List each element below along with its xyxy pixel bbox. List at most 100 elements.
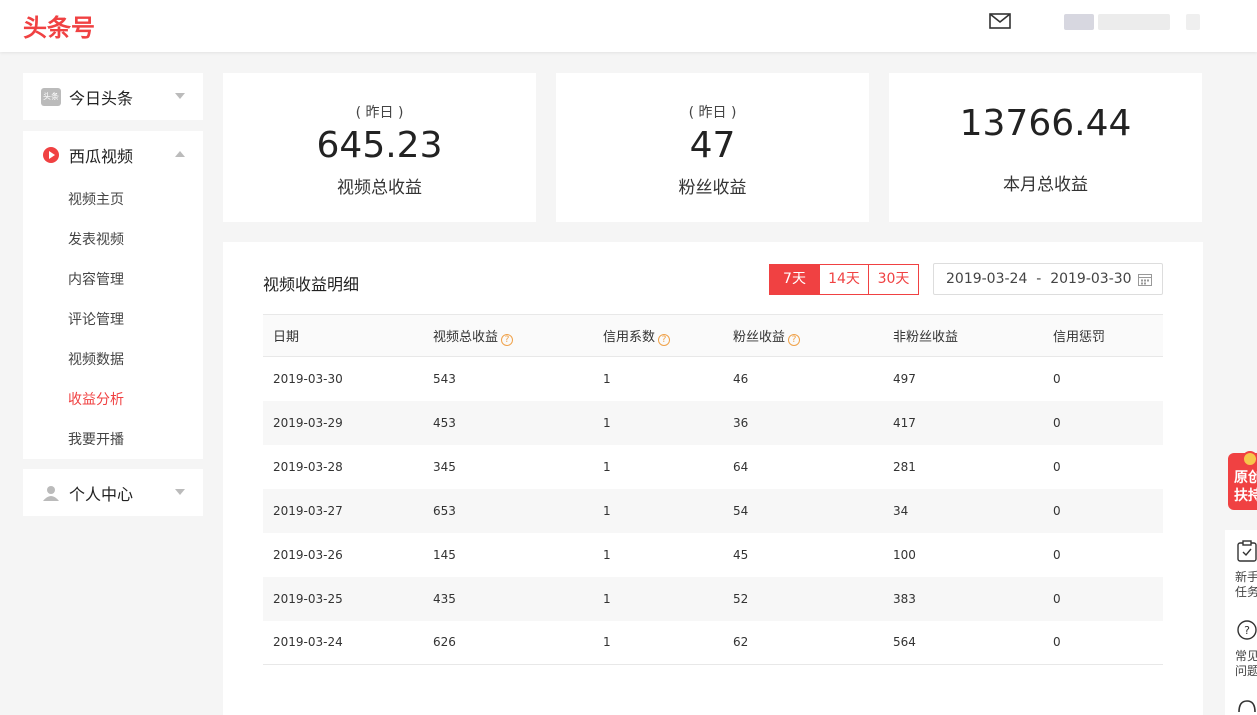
range-toggle: 7天 14天 30天 (769, 264, 919, 295)
td-video-revenue: 145 (433, 547, 456, 562)
td-credit-factor: 1 (603, 503, 611, 518)
td-fan-revenue: 54 (733, 503, 749, 518)
table-header-row: 日期 视频总收益? 信用系数? 粉丝收益? 非粉丝收益 信用惩罚 (263, 314, 1163, 357)
table-row: 2019-03-24 626 1 62 564 0 (263, 621, 1163, 665)
sidebar-group-toutiao[interactable]: 头条 今日头条 (23, 73, 203, 120)
sidebar-item-start-live[interactable]: 我要开播 (23, 420, 203, 460)
td-nonfan-revenue: 281 (893, 459, 916, 474)
td-date: 2019-03-27 (273, 503, 343, 518)
task-checklist-icon[interactable] (1237, 540, 1257, 562)
td-credit-penalty: 0 (1053, 547, 1061, 562)
td-credit-penalty: 0 (1053, 371, 1061, 386)
sidebar-item-video-data[interactable]: 视频数据 (23, 340, 203, 380)
sidebar-group-header[interactable]: 西瓜视频 (23, 131, 203, 178)
th-credit-penalty: 信用惩罚 (1053, 330, 1106, 345)
chevron-up-icon (175, 151, 185, 157)
th-nonfan-revenue: 非粉丝收益 (893, 330, 959, 345)
td-date: 2019-03-24 (273, 635, 343, 650)
td-fan-revenue: 52 (733, 591, 749, 606)
sidebar-item-comment-manage[interactable]: 评论管理 (23, 300, 203, 340)
mail-icon[interactable] (989, 13, 1011, 29)
range-30d-button[interactable]: 30天 (869, 264, 919, 295)
range-7d-button[interactable]: 7天 (769, 264, 820, 295)
help-sidebar: 新手任务 ? 常见问题 (1225, 530, 1257, 715)
td-credit-factor: 1 (603, 547, 611, 562)
td-credit-factor: 1 (603, 459, 611, 474)
range-14d-button[interactable]: 14天 (820, 264, 869, 295)
td-date: 2019-03-28 (273, 459, 343, 474)
top-header: 头条号 (0, 0, 1257, 52)
sidebar-item-revenue-analysis[interactable]: 收益分析 (23, 380, 203, 420)
td-video-revenue: 435 (433, 591, 456, 606)
stat-sub: ( 昨日 ) (355, 105, 404, 121)
stat-card-month-revenue: 13766.44 本月总收益 (889, 73, 1202, 222)
td-date: 2019-03-26 (273, 547, 343, 562)
help-item-newbie-task[interactable]: 新手任务 (1235, 570, 1257, 600)
table-row: 2019-03-29 453 1 36 417 0 (263, 400, 1163, 445)
headset-icon[interactable] (1237, 698, 1257, 715)
svg-text:?: ? (1244, 624, 1250, 637)
table-row: 2019-03-28 345 1 64 281 0 (263, 445, 1163, 489)
sidebar-group-label: 西瓜视频 (69, 146, 134, 166)
stat-label: 粉丝收益 (678, 178, 747, 198)
chevron-down-icon (175, 489, 185, 495)
th-fan-revenue: 粉丝收益? (723, 315, 883, 357)
stat-value: 13766.44 (959, 103, 1132, 144)
td-fan-revenue: 62 (733, 635, 749, 650)
sidebar-group-label: 今日头条 (69, 88, 134, 108)
original-support-badge[interactable]: 原创扶持 (1228, 451, 1257, 510)
td-fan-revenue: 45 (733, 547, 749, 562)
td-nonfan-revenue: 564 (893, 635, 916, 650)
th-video-revenue: 视频总收益? (423, 315, 593, 357)
td-video-revenue: 543 (433, 371, 456, 386)
revenue-table: 日期 视频总收益? 信用系数? 粉丝收益? 非粉丝收益 信用惩罚 2019-03… (263, 314, 1163, 665)
td-credit-factor: 1 (603, 635, 611, 650)
coin-icon (1242, 451, 1257, 467)
revenue-detail-panel: 视频收益明细 7天 14天 30天 2019-03-24 - 2019-03-3… (223, 242, 1203, 715)
calendar-icon (1138, 274, 1152, 286)
stat-sub: ( 昨日 ) (688, 105, 737, 121)
logo[interactable]: 头条号 (23, 8, 95, 43)
td-video-revenue: 653 (433, 503, 456, 518)
sidebar-item-content-manage[interactable]: 内容管理 (23, 260, 203, 300)
table-row: 2019-03-25 435 1 52 383 0 (263, 576, 1163, 621)
sidebar-group-xigua: 西瓜视频 视频主页 发表视频 内容管理 评论管理 视频数据 收益分析 我要开播 (23, 131, 203, 459)
td-video-revenue: 345 (433, 459, 456, 474)
td-nonfan-revenue: 383 (893, 591, 916, 606)
sidebar-group-label: 个人中心 (69, 484, 134, 504)
td-credit-penalty: 0 (1053, 635, 1061, 650)
table-row: 2019-03-26 145 1 45 100 0 (263, 533, 1163, 577)
table-row: 2019-03-30 543 1 46 497 0 (263, 357, 1163, 401)
chevron-down-icon (175, 93, 185, 99)
sidebar-item-publish-video[interactable]: 发表视频 (23, 220, 203, 260)
user-avatar-blurred[interactable] (1064, 14, 1214, 30)
toutiao-icon: 头条 (41, 87, 61, 107)
table-row: 2019-03-27 653 1 54 34 0 (263, 488, 1163, 533)
help-icon[interactable]: ? (501, 333, 514, 346)
stat-label: 本月总收益 (1003, 175, 1088, 195)
question-circle-icon[interactable]: ? (1237, 619, 1257, 641)
sidebar-group-personal[interactable]: 个人中心 (23, 469, 203, 516)
td-fan-revenue: 64 (733, 459, 749, 474)
td-credit-penalty: 0 (1053, 459, 1061, 474)
td-fan-revenue: 36 (733, 415, 749, 430)
stat-card-video-revenue: ( 昨日 ) 645.23 视频总收益 (223, 73, 536, 222)
help-icon[interactable]: ? (788, 333, 801, 346)
td-date: 2019-03-30 (273, 371, 343, 386)
stat-value: 645.23 (316, 125, 443, 166)
date-range-picker[interactable]: 2019-03-24 - 2019-03-30 (933, 263, 1163, 295)
td-video-revenue: 453 (433, 415, 456, 430)
td-credit-factor: 1 (603, 371, 611, 386)
td-date: 2019-03-25 (273, 591, 343, 606)
td-nonfan-revenue: 34 (893, 503, 909, 518)
td-nonfan-revenue: 497 (893, 371, 916, 386)
td-video-revenue: 626 (433, 635, 456, 650)
td-credit-penalty: 0 (1053, 415, 1061, 430)
td-credit-factor: 1 (603, 591, 611, 606)
user-icon (41, 483, 61, 503)
panel-title: 视频收益明细 (263, 275, 360, 294)
help-item-faq[interactable]: 常见问题 (1235, 649, 1257, 679)
promo-label: 原创扶持 (1234, 470, 1257, 504)
help-icon[interactable]: ? (658, 333, 671, 346)
sidebar-item-video-home[interactable]: 视频主页 (23, 180, 203, 220)
